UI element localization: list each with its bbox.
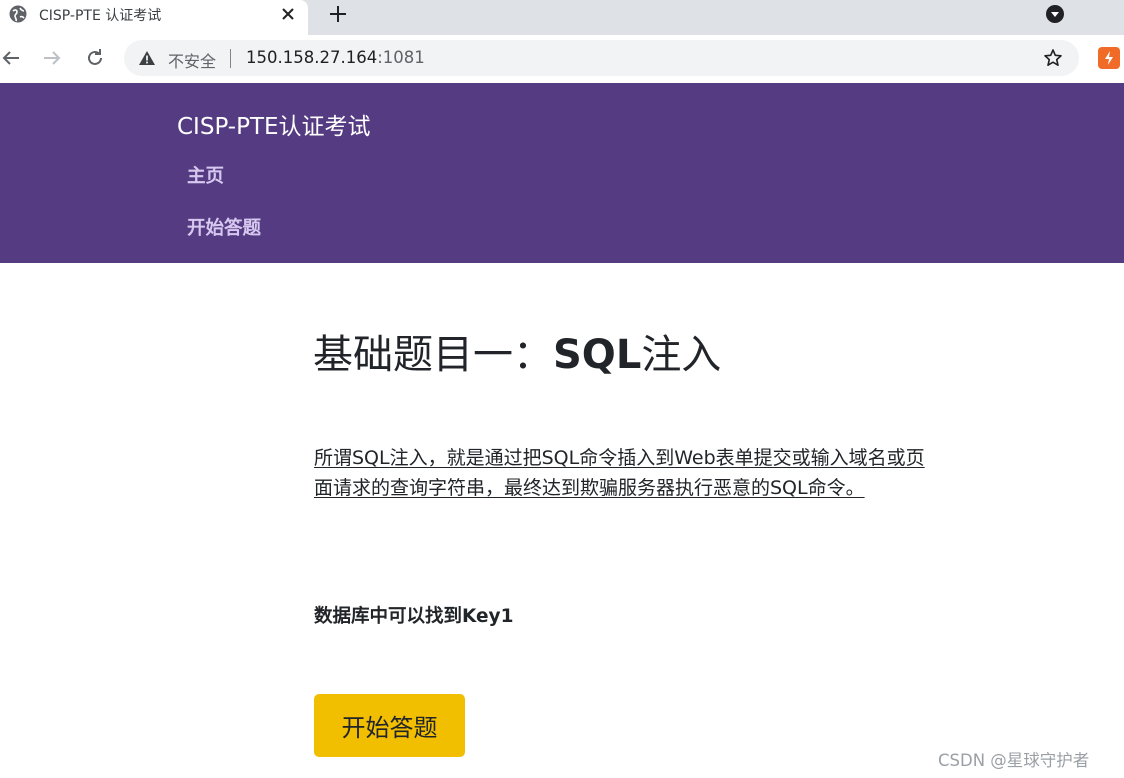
extension-icon[interactable] (1098, 47, 1120, 69)
browser-tab[interactable]: CISP-PTE 认证考试 (0, 0, 308, 35)
reload-icon[interactable] (84, 47, 106, 73)
main-content: 基础题目一：SQL注入 所谓SQL注入，就是通过把SQL命令插入到Web表单提交… (0, 263, 1124, 778)
close-icon[interactable] (279, 5, 297, 27)
profile-icon[interactable] (1044, 3, 1066, 29)
browser-tab-strip: CISP-PTE 认证考试 (0, 0, 1124, 35)
url-text[interactable]: 150.158.27.164:1081 (246, 48, 425, 67)
address-bar[interactable]: 不安全 150.158.27.164:1081 (124, 40, 1079, 76)
watermark: CSDN @星球守护者 (938, 751, 1090, 770)
nav-start-link[interactable]: 开始答题 (187, 214, 261, 240)
site-header: CISP-PTE认证考试 主页 开始答题 (0, 83, 1124, 263)
url-port: :1081 (377, 48, 425, 67)
security-label[interactable]: 不安全 (168, 48, 216, 72)
url-host: 150.158.27.164 (246, 48, 378, 67)
page-title: 基础题目一：SQL注入 (313, 329, 721, 381)
back-arrow-icon[interactable] (0, 47, 22, 73)
warning-icon[interactable] (138, 50, 156, 70)
address-separator (230, 49, 231, 68)
intro-text: 所谓SQL注入，就是通过把SQL命令插入到Web表单提交或输入域名或页面请求的查… (314, 447, 925, 499)
title-prefix: 基础题目一： (313, 332, 553, 378)
globe-icon (7, 3, 29, 29)
nav-home-link[interactable]: 主页 (187, 162, 224, 188)
tab-title: CISP-PTE 认证考试 (39, 8, 162, 24)
star-icon[interactable] (1043, 48, 1063, 72)
site-brand-link[interactable]: CISP-PTE认证考试 (177, 107, 371, 141)
start-answer-button[interactable]: 开始答题 (314, 694, 465, 757)
title-strong: SQL (553, 332, 642, 378)
hint-text: 数据库中可以找到Key1 (314, 606, 514, 627)
title-suffix: 注入 (641, 332, 722, 378)
forward-arrow-icon[interactable] (41, 47, 63, 73)
new-tab-button[interactable] (327, 3, 349, 29)
browser-toolbar: 不安全 150.158.27.164:1081 (0, 35, 1124, 83)
